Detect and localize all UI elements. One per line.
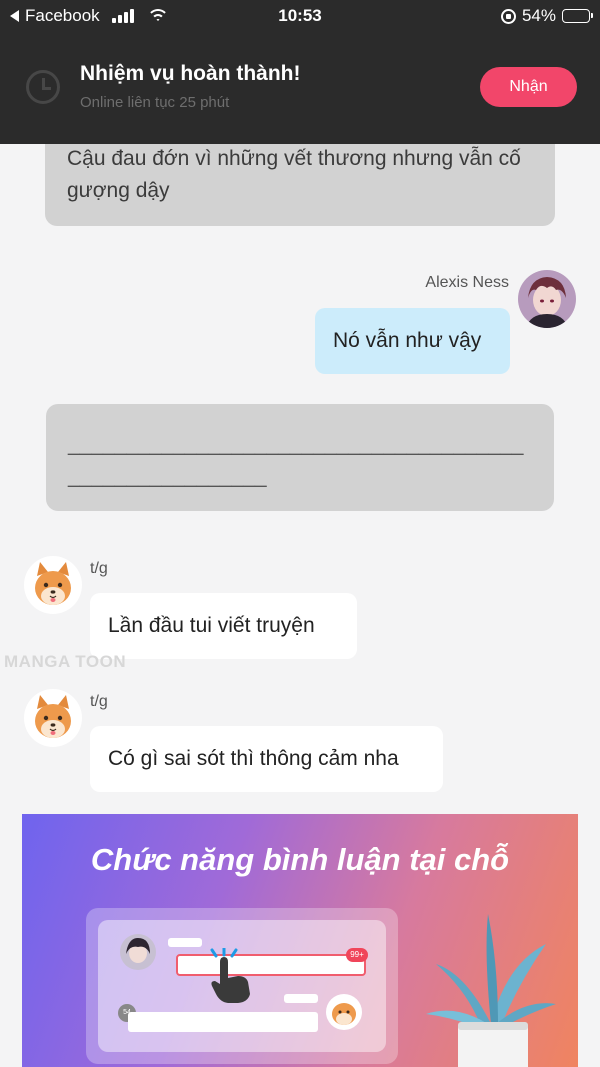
narration-divider-bubble: ________________________________________…	[46, 404, 554, 511]
chat-story-area[interactable]: Cậu đau đớn vì những vết thương nhưng vẫ…	[0, 144, 600, 1067]
promo-illustration-card: 99+ 54	[86, 908, 398, 1064]
author-name: t/g	[90, 560, 108, 577]
author-message-bubble: Lần đầu tui viết truyện	[90, 593, 357, 659]
tap-hand-icon	[210, 948, 250, 1003]
author-message-bubble: Có gì sai sót thì thông cảm nha	[90, 726, 443, 792]
author-name: t/g	[90, 693, 108, 710]
battery-percent: 54%	[521, 6, 556, 25]
comment-count-badge: 99+	[346, 948, 368, 962]
illustration-shiba-avatar	[326, 994, 362, 1030]
author-avatar[interactable]	[24, 689, 82, 747]
watermark: MANGA TOON	[4, 652, 127, 671]
illustration-avatar	[120, 934, 156, 970]
narration-bubble: Cậu đau đớn vì những vết thương nhưng vẫ…	[45, 144, 555, 226]
task-title: Nhiệm vụ hoàn thành!	[80, 62, 301, 85]
claim-reward-button[interactable]: Nhận	[480, 67, 577, 107]
speaker-name: Alexis Ness	[425, 274, 509, 291]
task-complete-banner: Nhiệm vụ hoàn thành! Online liên tục 25 …	[0, 32, 600, 144]
alexis-ness-avatar[interactable]	[518, 270, 576, 328]
task-subtitle: Online liên tục 25 phút	[80, 94, 230, 111]
orientation-lock-icon	[500, 8, 516, 24]
plant-icon	[426, 914, 556, 1067]
battery-icon	[562, 9, 593, 23]
status-right: 54%	[500, 6, 593, 26]
status-bar: Facebook 10:53 54%	[0, 0, 600, 32]
clock-icon	[26, 70, 60, 104]
inline-comment-promo-banner[interactable]: Chức năng bình luận tại chỗ 99+ 54	[22, 814, 578, 1067]
speaker-message-bubble: Nó vẫn như vậy	[315, 308, 510, 374]
author-avatar[interactable]	[24, 556, 82, 614]
promo-title: Chức năng bình luận tại chỗ	[90, 842, 510, 877]
